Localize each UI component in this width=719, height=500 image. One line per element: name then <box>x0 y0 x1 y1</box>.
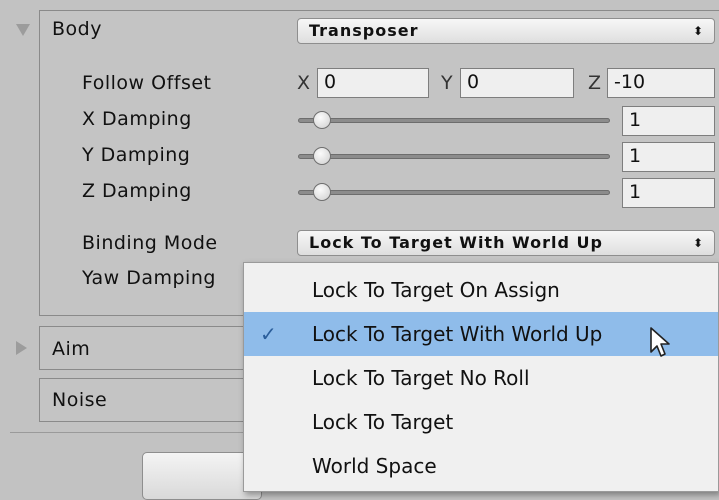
dropdown-arrows-icon: ⬍ <box>692 24 704 38</box>
z-damping-label: Z Damping <box>82 180 192 202</box>
menu-item-lock-to-target-on-assign[interactable]: Lock To Target On Assign <box>244 268 718 312</box>
menu-item-world-space[interactable]: World Space <box>244 444 718 488</box>
binding-mode-label: Binding Mode <box>82 232 218 254</box>
z-damping-slider[interactable] <box>298 190 610 195</box>
x-damping-label: X Damping <box>82 108 192 130</box>
binding-mode-value: Lock To Target With World Up <box>309 233 603 252</box>
z-damping-field[interactable]: 1 <box>622 178 715 208</box>
x-damping-field[interactable]: 1 <box>622 106 715 136</box>
menu-item-lock-to-target[interactable]: Lock To Target <box>244 400 718 444</box>
follow-offset-z-label[interactable]: Z <box>588 72 601 94</box>
aim-foldout-arrow-icon[interactable] <box>16 341 27 355</box>
menu-item-label: World Space <box>312 454 437 478</box>
body-component-value: Transposer <box>309 21 419 40</box>
x-damping-slider-thumb[interactable] <box>312 111 331 129</box>
follow-offset-z-field[interactable]: -10 <box>607 68 715 98</box>
body-foldout-arrow-icon[interactable] <box>16 24 30 36</box>
follow-offset-x-field[interactable]: 0 <box>317 68 429 98</box>
y-damping-slider-thumb[interactable] <box>312 147 331 165</box>
menu-item-label: Lock To Target <box>312 410 454 434</box>
y-damping-slider[interactable] <box>298 154 610 159</box>
follow-offset-y-label[interactable]: Y <box>441 72 453 94</box>
x-damping-slider[interactable] <box>298 118 610 123</box>
yaw-damping-label: Yaw Damping <box>82 267 216 289</box>
binding-mode-dropdown[interactable]: Lock To Target With World Up ⬍ <box>297 230 715 256</box>
y-damping-label: Y Damping <box>82 144 191 166</box>
follow-offset-y-field[interactable]: 0 <box>460 68 574 98</box>
menu-item-label: Lock To Target With World Up <box>312 322 603 346</box>
binding-mode-dropdown-menu: Lock To Target On Assign ✓ Lock To Targe… <box>243 262 719 492</box>
z-damping-slider-thumb[interactable] <box>312 183 331 201</box>
menu-item-lock-to-target-no-roll[interactable]: Lock To Target No Roll <box>244 356 718 400</box>
body-component-dropdown[interactable]: Transposer ⬍ <box>297 18 715 44</box>
dropdown-arrows-icon: ⬍ <box>692 236 704 250</box>
noise-section-title[interactable]: Noise <box>52 389 107 411</box>
menu-item-lock-to-target-with-world-up[interactable]: ✓ Lock To Target With World Up <box>244 312 718 357</box>
aim-section-title[interactable]: Aim <box>52 338 90 360</box>
y-damping-field[interactable]: 1 <box>622 142 715 172</box>
checkmark-icon: ✓ <box>260 322 277 346</box>
divider <box>10 432 250 433</box>
menu-item-label: Lock To Target No Roll <box>312 366 530 390</box>
menu-item-label: Lock To Target On Assign <box>312 278 560 302</box>
follow-offset-label: Follow Offset <box>82 72 212 94</box>
mouse-cursor-icon <box>650 327 670 357</box>
body-section-title[interactable]: Body <box>52 18 102 40</box>
follow-offset-x-label[interactable]: X <box>297 72 310 94</box>
